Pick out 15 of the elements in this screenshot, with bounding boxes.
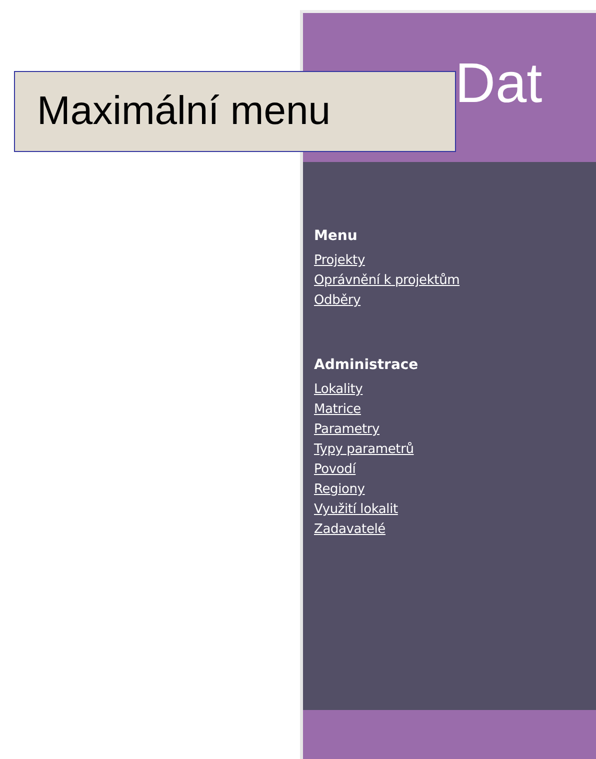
menu-heading: Menu	[314, 227, 358, 246]
menu-link[interactable]: Zadavatelé	[314, 520, 386, 540]
menu-link[interactable]: Matrice	[314, 400, 361, 420]
menu-link[interactable]: Regiony	[314, 480, 365, 500]
menu-link[interactable]: Využití lokalit	[314, 500, 398, 520]
site-title: Dat	[455, 55, 542, 111]
menu-heading: Administrace	[314, 356, 418, 375]
menu-link[interactable]: Typy parametrů	[314, 440, 414, 460]
menu-link[interactable]: Lokality	[314, 380, 363, 400]
menu-link[interactable]: Parametry	[314, 420, 380, 440]
menu-link[interactable]: Oprávnění k projektům	[314, 271, 460, 291]
menu-link[interactable]: Projekty	[314, 251, 365, 271]
callout-label: Maximální menu	[14, 71, 456, 152]
menu-link[interactable]: Odběry	[314, 291, 361, 311]
menu-link[interactable]: Povodí	[314, 460, 356, 480]
